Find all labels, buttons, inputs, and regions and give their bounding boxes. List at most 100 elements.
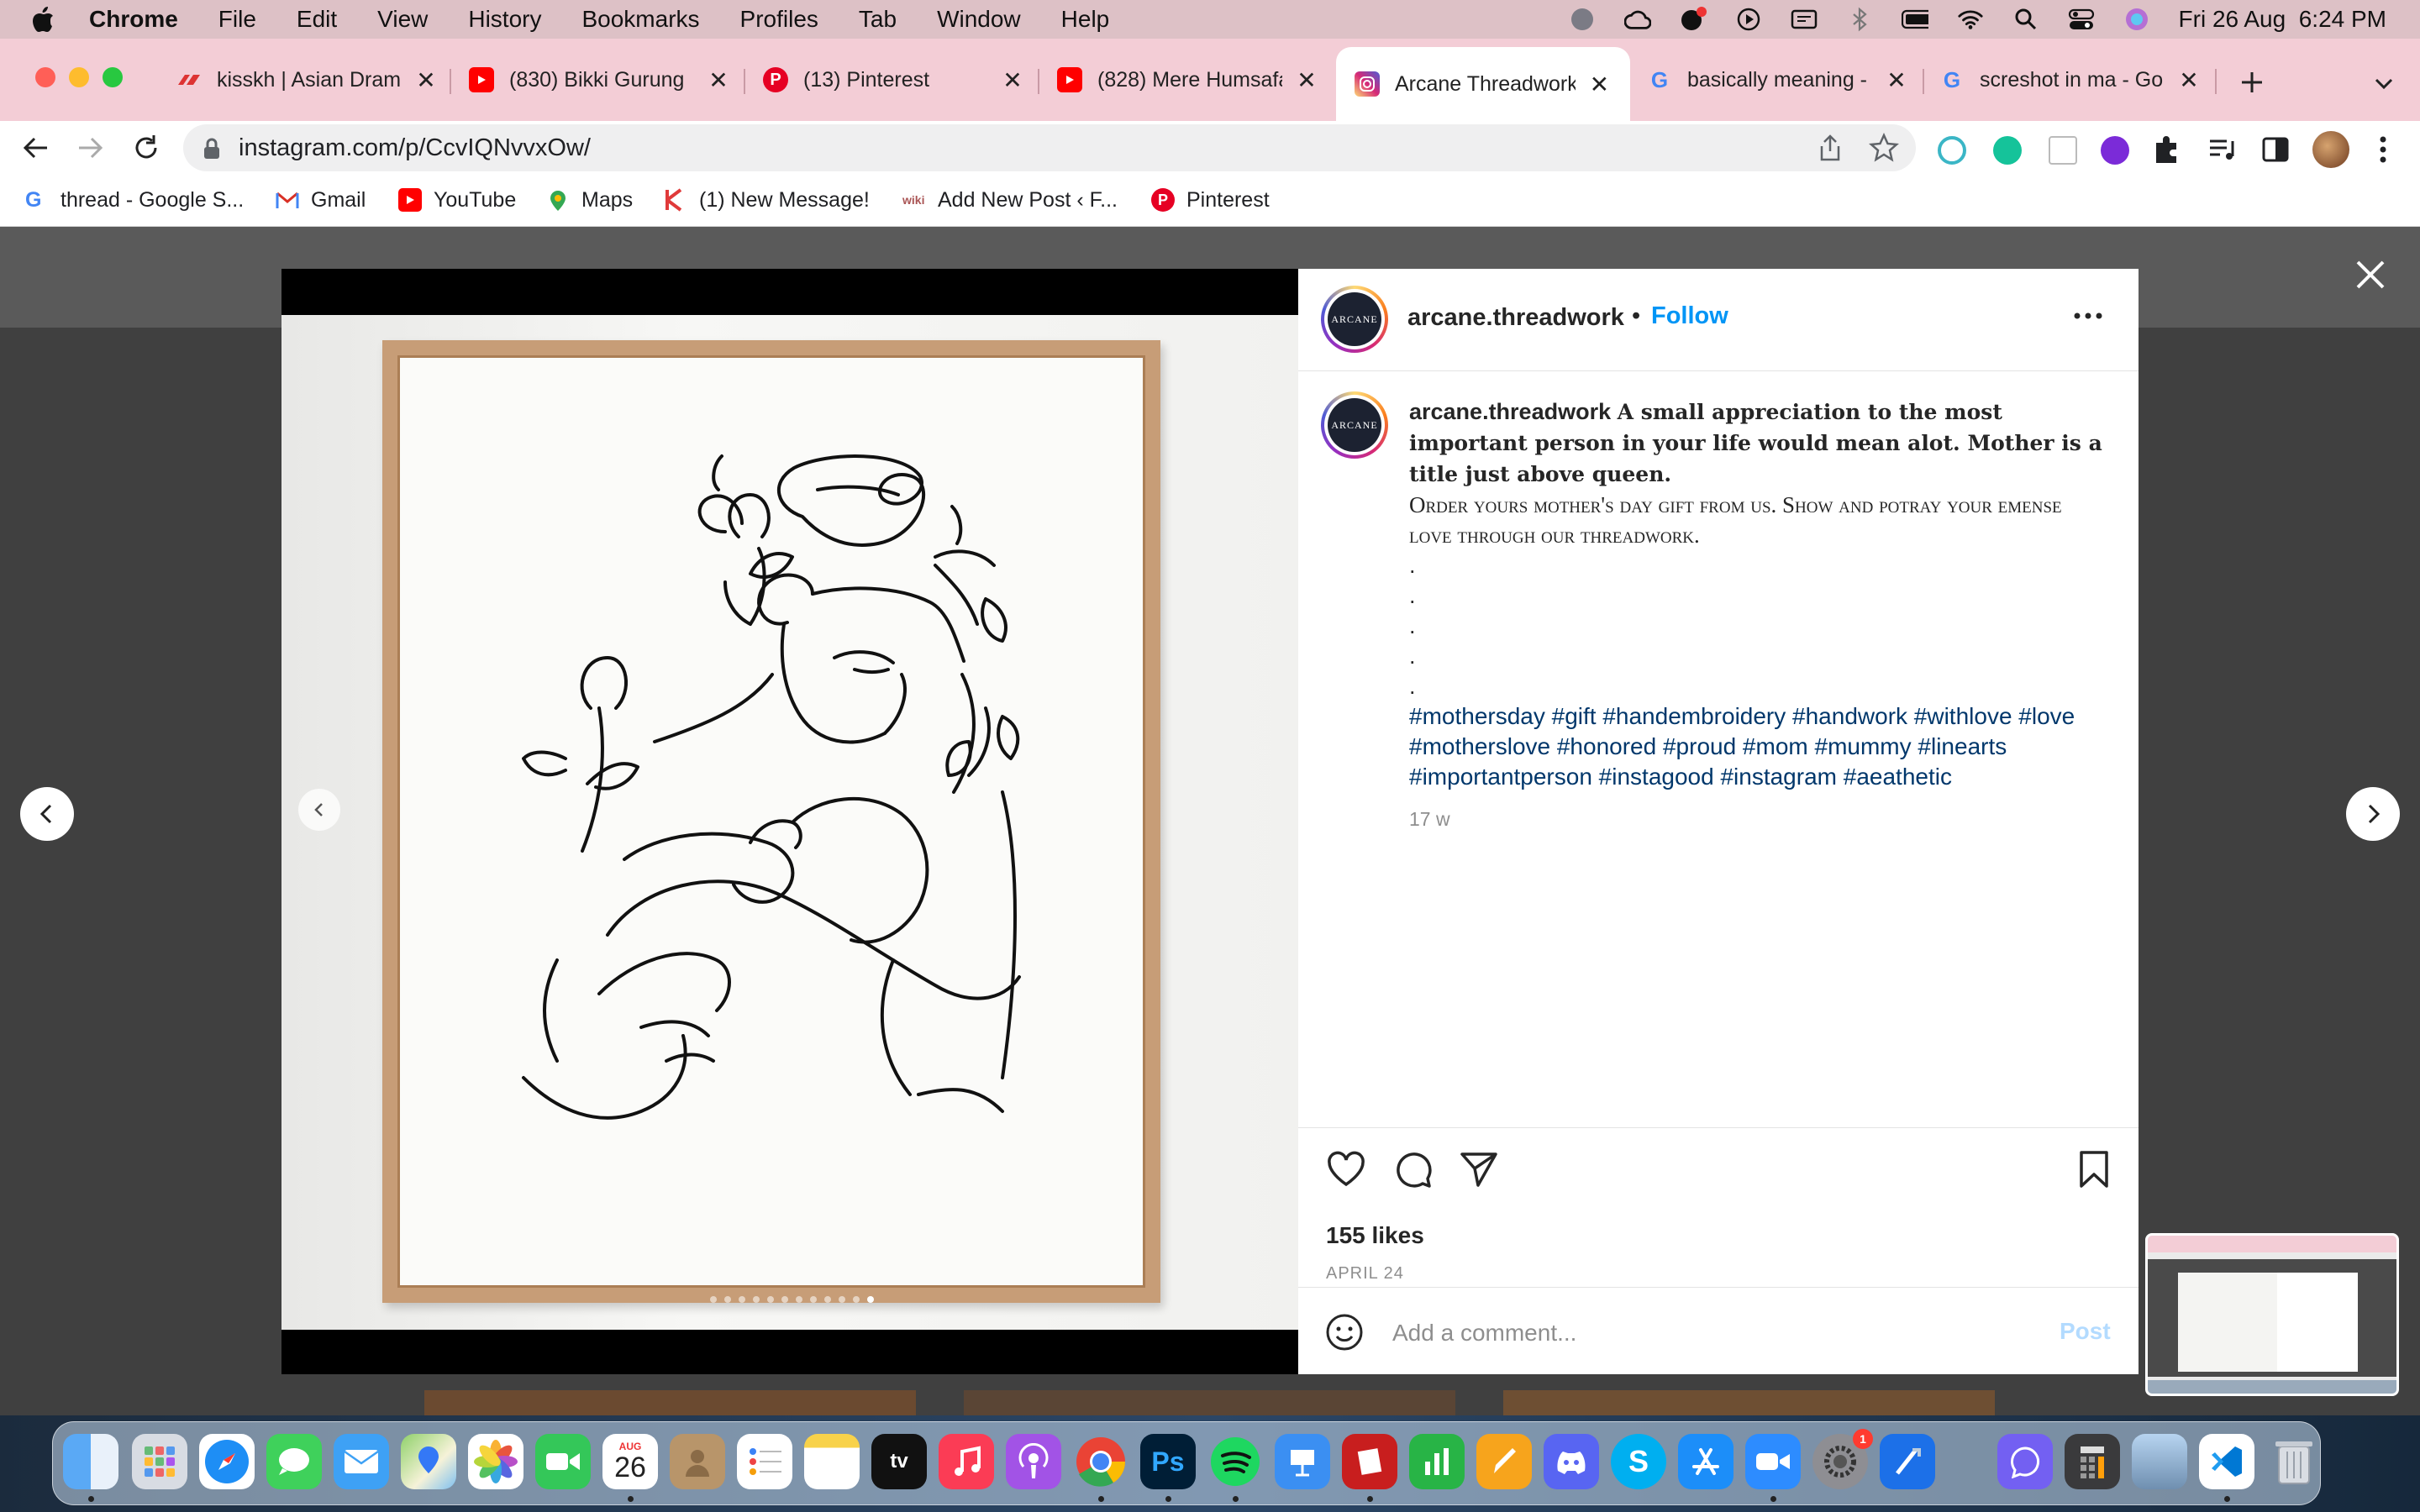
more-options-icon[interactable] [2071, 299, 2105, 333]
apple-menu-icon[interactable] [30, 5, 55, 34]
bookmark-star-icon[interactable] [1868, 132, 1900, 167]
bookmark-gmail[interactable]: Gmail [276, 183, 366, 217]
menu-help[interactable]: Help [1061, 6, 1110, 33]
tab-pinterest[interactable]: P (13) Pinterest ✕ [763, 59, 1025, 101]
follow-button[interactable]: Follow [1651, 302, 1728, 330]
skype-icon[interactable]: S [1611, 1434, 1666, 1489]
url-text[interactable]: instagram.com/p/CcvIQNvvxOw/ [239, 134, 591, 162]
menu-app-name[interactable]: Chrome [89, 6, 178, 33]
window-minimize-button[interactable] [69, 67, 89, 87]
system-settings-icon[interactable]: 1 [1812, 1429, 1873, 1489]
caption-age[interactable]: 17 w [1409, 804, 2107, 834]
tab-close-icon[interactable]: ✕ [1884, 66, 1909, 94]
spotify-icon[interactable] [1207, 1434, 1263, 1489]
keynote-icon[interactable] [1275, 1434, 1330, 1489]
window-close-button[interactable] [35, 67, 55, 87]
media-previous-button[interactable] [298, 789, 340, 831]
bookmark-new-message[interactable]: (1) New Message! [664, 183, 870, 217]
caption-hashtags[interactable]: #mothersday #gift #handembroidery #handw… [1409, 701, 2107, 792]
bookmark-youtube[interactable]: YouTube [398, 183, 516, 217]
address-bar[interactable]: instagram.com/p/CcvIQNvvxOw/ [183, 124, 1916, 171]
viber-icon[interactable] [1997, 1434, 2053, 1489]
menu-tab[interactable]: Tab [859, 6, 897, 33]
grammarly-icon[interactable] [1993, 136, 2022, 165]
messages-icon[interactable] [266, 1434, 322, 1489]
tab-close-icon[interactable]: ✕ [413, 66, 439, 94]
finder-icon[interactable] [63, 1434, 118, 1489]
tab-search-chevron-down-icon[interactable] [2370, 69, 2398, 97]
caption-author-avatar[interactable]: ARCANE [1321, 391, 1388, 459]
chrome-icon[interactable] [1073, 1434, 1128, 1489]
wifi-icon[interactable] [1957, 7, 1984, 32]
back-button[interactable] [17, 129, 54, 166]
media-control-icon[interactable] [2207, 134, 2237, 169]
app-store-icon[interactable] [1678, 1434, 1733, 1489]
photos-icon[interactable] [468, 1434, 523, 1489]
menu-view[interactable]: View [377, 6, 428, 33]
menu-file[interactable]: File [218, 6, 256, 33]
tab-close-icon[interactable]: ✕ [1000, 66, 1025, 94]
window-zoom-button[interactable] [103, 67, 123, 87]
apple-tv-icon[interactable]: tv [871, 1434, 927, 1489]
caption-username[interactable]: arcane.threadwork [1409, 399, 1611, 424]
tab-youtube-bikki[interactable]: (830) Bikki Gurung ✕ [469, 59, 731, 101]
post-media[interactable] [281, 269, 1298, 1374]
emoji-icon[interactable] [1325, 1313, 1364, 1352]
discord-icon[interactable] [1544, 1434, 1599, 1489]
tab-close-icon[interactable]: ✕ [1587, 71, 1612, 98]
photo-booth-icon[interactable] [1342, 1434, 1397, 1489]
menu-bookmarks[interactable]: Bookmarks [581, 6, 699, 33]
music-icon[interactable] [939, 1434, 994, 1489]
extension-teal-icon[interactable] [1938, 136, 1966, 165]
menubar-clock[interactable]: Fri 26 Aug 6:24 PM [2179, 6, 2386, 33]
trash-icon[interactable] [2266, 1434, 2322, 1489]
notification-app-icon[interactable] [1680, 7, 1707, 32]
zoom-icon[interactable] [1745, 1434, 1801, 1489]
close-modal-icon[interactable] [2351, 255, 2390, 294]
next-post-button[interactable] [2346, 787, 2400, 841]
reminders-icon[interactable] [737, 1434, 792, 1489]
preview-app-icon[interactable] [2132, 1434, 2187, 1489]
menu-profiles[interactable]: Profiles [740, 6, 818, 33]
new-tab-button[interactable] [2235, 66, 2269, 99]
menu-window[interactable]: Window [937, 6, 1021, 33]
likes-count[interactable]: 155 likes [1326, 1222, 1424, 1249]
profile-avatar[interactable] [2312, 131, 2349, 168]
screen-icon[interactable] [1791, 7, 1818, 32]
extension-download-icon[interactable] [2049, 136, 2077, 165]
notes-icon[interactable] [804, 1434, 860, 1489]
tab-close-icon[interactable]: ✕ [1294, 66, 1319, 94]
reload-button[interactable] [128, 129, 165, 166]
save-bookmark-icon[interactable] [2073, 1148, 2115, 1190]
control-center-icon[interactable] [2068, 7, 2095, 32]
vscode-icon[interactable] [2199, 1434, 2254, 1489]
tab-youtube-mere-humsafar[interactable]: (828) Mere Humsafar ✕ [1057, 59, 1319, 101]
numbers-icon[interactable] [1409, 1434, 1465, 1489]
screenshot-preview-thumbnail[interactable] [2145, 1233, 2399, 1396]
facetime-icon[interactable] [535, 1434, 591, 1489]
xcode-icon[interactable] [1880, 1434, 1935, 1489]
bookmark-maps[interactable]: Maps [546, 183, 633, 217]
tab-kisskh[interactable]: kisskh | Asian Drama ✕ [176, 59, 439, 101]
tab-google-basically-meaning[interactable]: G basically meaning - ✕ [1647, 59, 1909, 101]
maps-icon[interactable] [401, 1434, 456, 1489]
forward-button[interactable] [72, 129, 109, 166]
lock-icon[interactable] [202, 137, 222, 165]
tab-close-icon[interactable]: ✕ [2176, 66, 2202, 94]
spotlight-search-icon[interactable] [2012, 7, 2039, 32]
menu-edit[interactable]: Edit [297, 6, 337, 33]
pages-icon[interactable] [1476, 1434, 1532, 1489]
creative-cloud-icon[interactable] [1623, 7, 1651, 32]
tab-google-screshot[interactable]: G screshot in ma - Go ✕ [1939, 59, 2202, 101]
previous-post-button[interactable] [20, 787, 74, 841]
post-comment-button[interactable]: Post [2060, 1318, 2111, 1345]
author-avatar[interactable]: ARCANE [1321, 286, 1388, 353]
side-panel-icon[interactable] [2260, 134, 2291, 169]
photoshop-icon[interactable]: Ps [1140, 1434, 1196, 1489]
bookmark-pinterest[interactable]: P Pinterest [1151, 183, 1270, 217]
calendar-icon[interactable]: AUG 26 [602, 1434, 658, 1489]
calculator-icon[interactable] [2065, 1434, 2120, 1489]
comment-bubble-icon[interactable] [1392, 1148, 1434, 1190]
bluetooth-icon[interactable] [1846, 7, 1873, 32]
contacts-icon[interactable] [670, 1434, 725, 1489]
